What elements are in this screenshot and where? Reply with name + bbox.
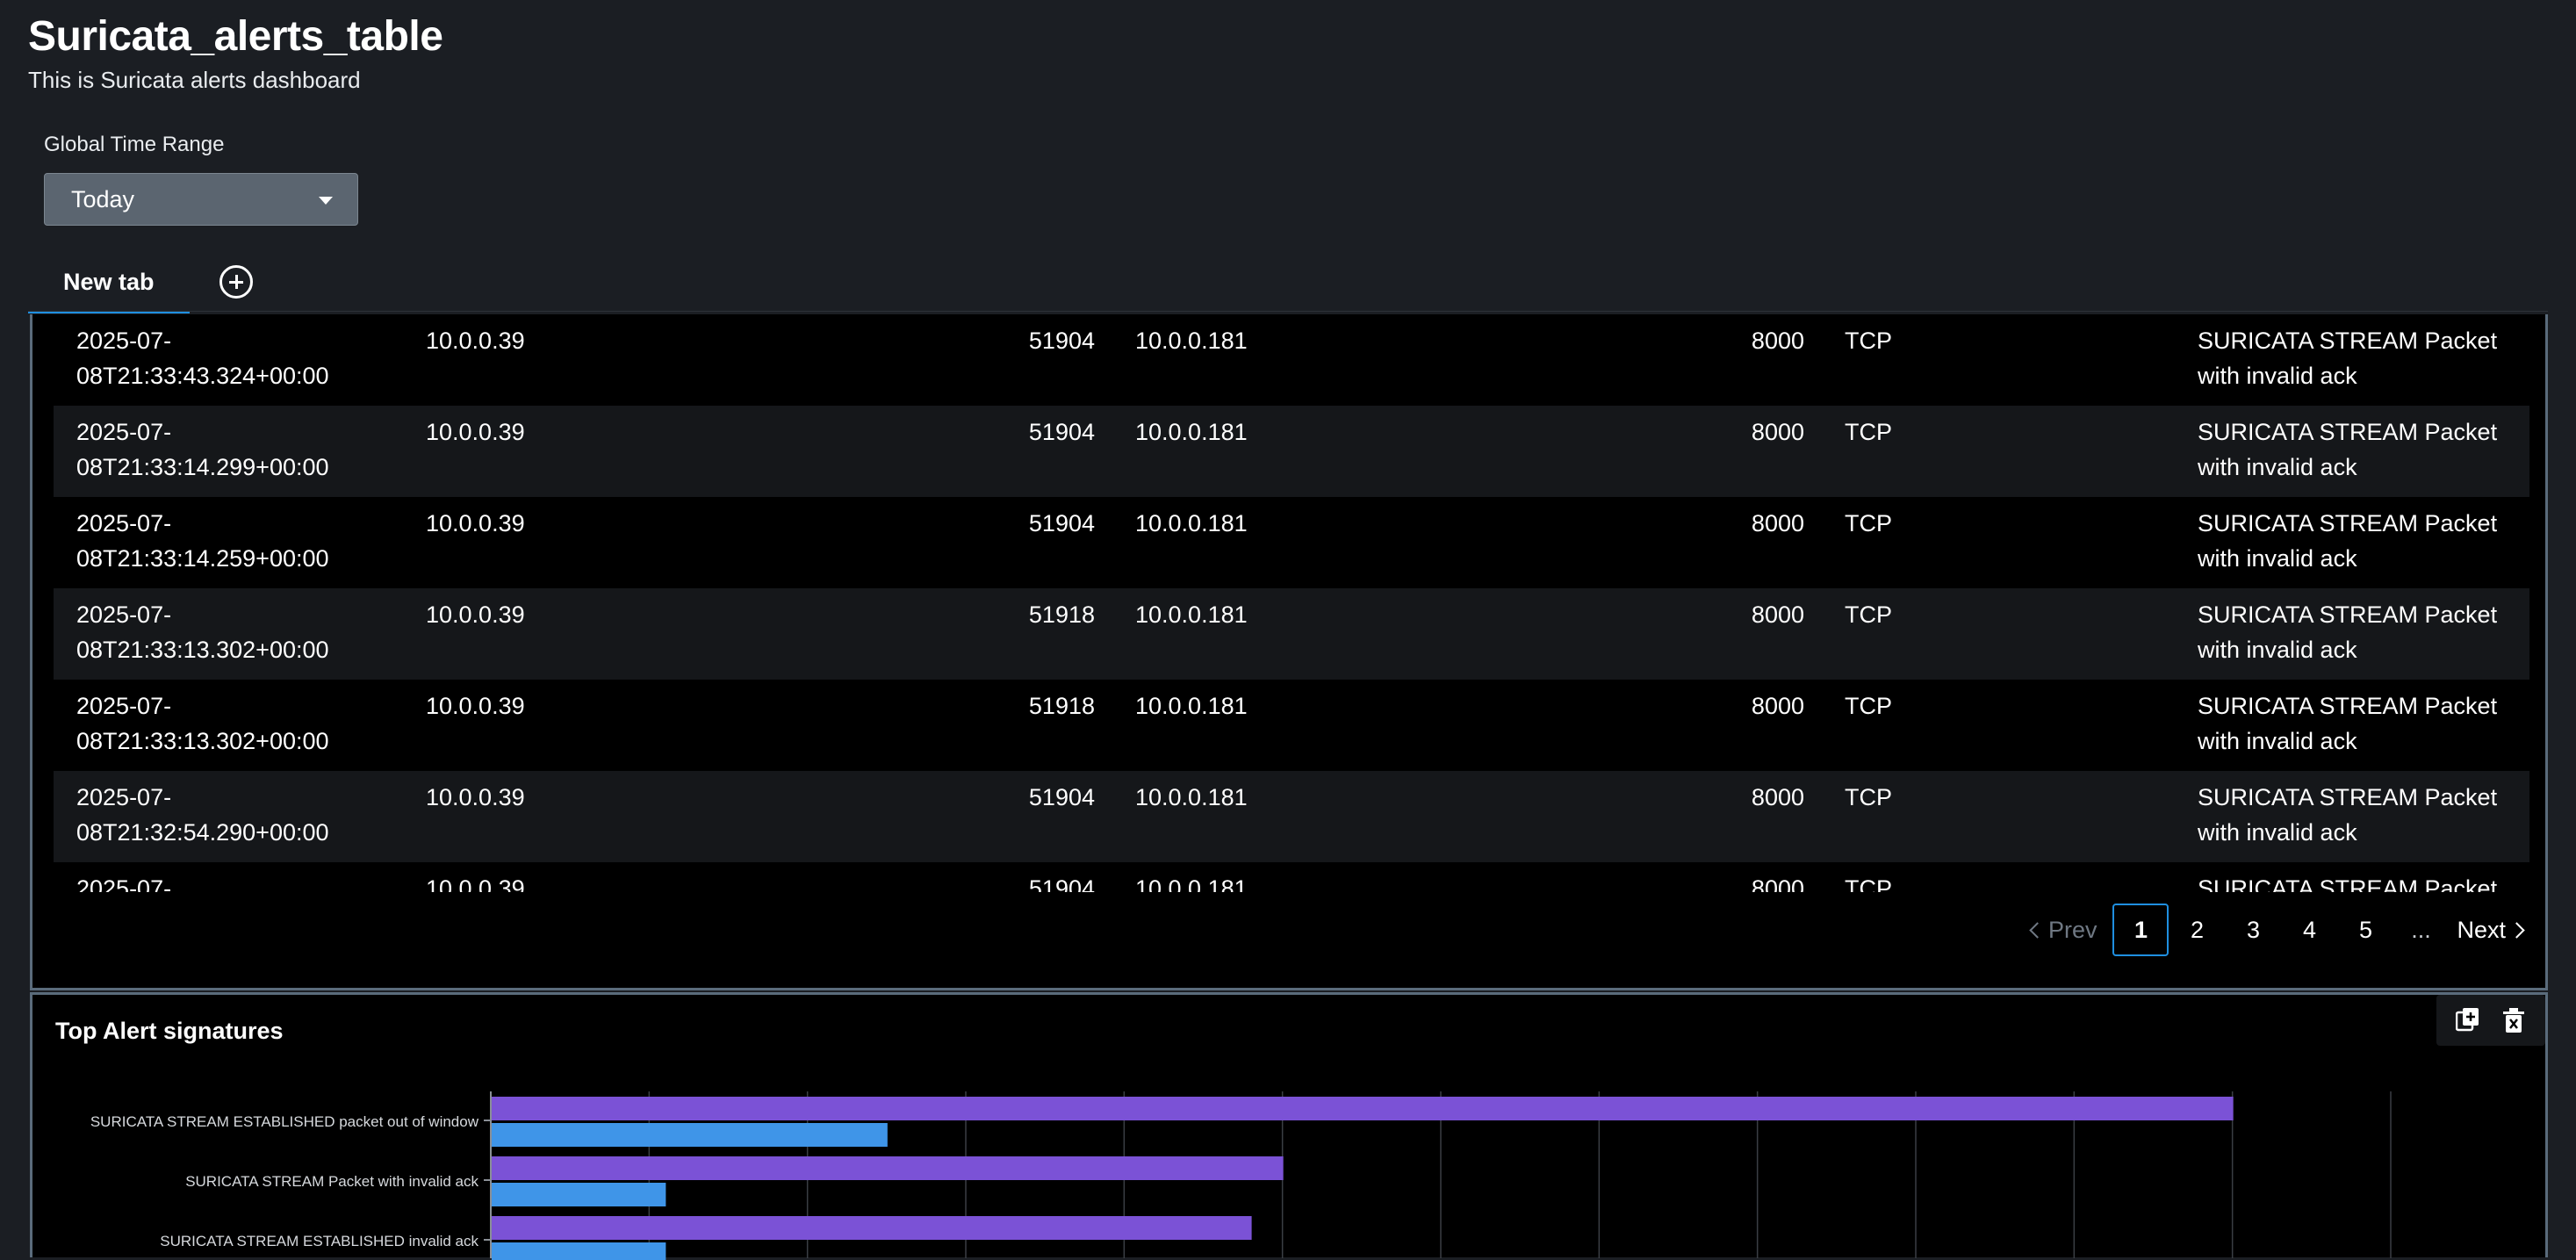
y-tick-label: SURICATA STREAM ESTABLISHED packet out o… <box>90 1113 479 1130</box>
cell-proto: TCP <box>1845 328 1892 354</box>
cell-src-ip: 10.0.0.39 <box>426 875 525 892</box>
bar-series2[interactable] <box>492 1242 666 1260</box>
next-page-button[interactable]: Next <box>2457 904 2525 956</box>
tab-divider <box>28 311 2548 312</box>
cell-proto: TCP <box>1845 693 1892 719</box>
cell-proto: TCP <box>1845 784 1892 810</box>
top-alert-signatures-panel: Top Alert signatures SURICATA STREAM EST… <box>30 992 2548 1260</box>
chevron-right-icon <box>2508 921 2525 939</box>
cell-signature: SURICATA STREAM Packet with invalid ack <box>2198 693 2498 754</box>
cell-src-ip: 10.0.0.39 <box>426 601 525 628</box>
cell-src-ip: 10.0.0.39 <box>426 419 525 445</box>
y-tick-label: SURICATA STREAM ESTABLISHED invalid ack <box>160 1233 479 1249</box>
cell-src-port: 51904 <box>1028 510 1095 536</box>
table-row[interactable]: 2025-07- 10.0.0.39 51904 10.0.0.181 8000 TCP S… <box>54 862 2529 892</box>
dashboard-title: Suricata_alerts_table <box>28 13 443 60</box>
table-row[interactable]: 2025-07- 08T21:33:14.259+00:00 10.0.0.39 51… <box>54 497 2529 588</box>
table-row[interactable]: 2025-07- 08T21:32:54.290+00:00 10.0.0.39 51… <box>54 771 2529 862</box>
cell-dest-ip: 10.0.0.181 <box>1135 601 1248 628</box>
cell-dest-ip: 10.0.0.181 <box>1135 693 1248 719</box>
y-tick-label: SURICATA STREAM Packet with invalid ack <box>185 1173 479 1190</box>
cell-src-ip: 10.0.0.39 <box>426 510 525 536</box>
cell-signature: SURICATA STREAM Packet with invalid ack <box>2198 328 2498 389</box>
cell-time: 2025-07- 08T21:33:13.302+00:00 <box>76 601 329 663</box>
caret-down-icon <box>319 197 333 205</box>
time-range-dropdown[interactable]: Today <box>44 173 358 226</box>
chevron-left-icon <box>2029 921 2046 939</box>
next-label: Next <box>2457 916 2506 943</box>
bar-series1[interactable] <box>492 1156 1284 1180</box>
bar-series2[interactable] <box>492 1123 888 1147</box>
page-4-button[interactable]: 4 <box>2281 904 2337 956</box>
dashboard-subtitle: This is Suricata alerts dashboard <box>28 67 361 93</box>
cell-signature: SURICATA STREAM Packet with invalid ack <box>2198 510 2498 572</box>
cell-dest-ip: 10.0.0.181 <box>1135 419 1248 445</box>
cell-signature: SURICATA STREAM Packet <box>2198 875 2498 892</box>
cell-dest-port: 8000 <box>1751 693 1804 719</box>
cell-dest-port: 8000 <box>1751 875 1804 892</box>
cell-proto: TCP <box>1845 510 1892 536</box>
tab-bar: New tab <box>28 256 2548 313</box>
cell-dest-port: 8000 <box>1751 419 1804 445</box>
table-row[interactable]: 2025-07- 08T21:33:43.324+00:00 10.0.0.39 51… <box>54 314 2529 406</box>
tab-label: New tab <box>63 269 155 295</box>
cell-time: 2025-07- <box>76 875 172 892</box>
page-ellipsis: ... <box>2411 916 2431 943</box>
cell-dest-port: 8000 <box>1751 328 1804 354</box>
cell-signature: SURICATA STREAM Packet with invalid ack <box>2198 419 2498 480</box>
table-row[interactable]: 2025-07- 08T21:33:13.302+00:00 10.0.0.39 51… <box>54 588 2529 680</box>
cell-dest-port: 8000 <box>1751 601 1804 628</box>
bar-series2[interactable] <box>492 1183 666 1206</box>
alerts-table: 2025-07- 08T21:33:43.324+00:00 10.0.0.39 51… <box>54 314 2529 892</box>
page-5-button[interactable]: 5 <box>2337 904 2393 956</box>
cell-src-port: 51918 <box>1028 693 1095 719</box>
prev-page-button[interactable]: Prev <box>2029 904 2097 956</box>
alerts-table-panel: 2025-07- 08T21:33:43.324+00:00 10.0.0.39 51… <box>30 314 2548 990</box>
chart-area: SURICATA STREAM ESTABLISHED packet out o… <box>32 1083 2544 1260</box>
cell-src-port: 51904 <box>1028 875 1095 892</box>
cell-proto: TCP <box>1845 601 1892 628</box>
table-row[interactable]: 2025-07- 08T21:33:13.302+00:00 10.0.0.39 51… <box>54 680 2529 771</box>
table-row[interactable]: 2025-07- 08T21:33:14.299+00:00 10.0.0.39 51… <box>54 406 2529 497</box>
page-3-button[interactable]: 3 <box>2225 904 2281 956</box>
cell-dest-ip: 10.0.0.181 <box>1135 510 1248 536</box>
page-2-button[interactable]: 2 <box>2169 904 2225 956</box>
cell-proto: TCP <box>1845 419 1892 445</box>
cell-dest-ip: 10.0.0.181 <box>1135 784 1248 810</box>
pagination: Prev 1 2 3 4 5 ... Next <box>2029 903 2525 957</box>
cell-dest-port: 8000 <box>1751 510 1804 536</box>
cell-time: 2025-07- 08T21:33:14.259+00:00 <box>76 510 329 572</box>
cell-signature: SURICATA STREAM Packet with invalid ack <box>2198 601 2498 663</box>
time-range-label: Global Time Range <box>44 133 225 156</box>
bar-series1[interactable] <box>492 1097 2234 1120</box>
cell-proto: TCP <box>1845 875 1892 892</box>
tab-new-tab[interactable]: New tab <box>28 256 190 313</box>
cell-src-ip: 10.0.0.39 <box>426 784 525 810</box>
cell-src-port: 51918 <box>1028 601 1095 628</box>
chart-title: Top Alert signatures <box>55 1018 284 1044</box>
bar-chart: SURICATA STREAM ESTABLISHED packet out o… <box>90 1091 2392 1260</box>
cell-dest-ip: 10.0.0.181 <box>1135 328 1248 354</box>
bar-series1[interactable] <box>492 1216 1252 1240</box>
cell-dest-ip: 10.0.0.181 <box>1135 875 1248 892</box>
cell-src-ip: 10.0.0.39 <box>426 693 525 719</box>
add-tab-icon[interactable] <box>219 265 253 299</box>
time-range-value: Today <box>71 185 135 212</box>
duplicate-icon[interactable] <box>2455 1007 2480 1033</box>
cell-time: 2025-07- 08T21:33:43.324+00:00 <box>76 328 329 389</box>
cell-src-ip: 10.0.0.39 <box>426 328 525 354</box>
trash-icon[interactable] <box>2501 1007 2526 1033</box>
cell-time: 2025-07- 08T21:32:54.290+00:00 <box>76 784 329 846</box>
cell-time: 2025-07- 08T21:33:13.302+00:00 <box>76 693 329 754</box>
page-1-button[interactable]: 1 <box>2112 904 2169 956</box>
cell-src-port: 51904 <box>1028 784 1095 810</box>
cell-signature: SURICATA STREAM Packet with invalid ack <box>2198 784 2498 846</box>
cell-src-port: 51904 <box>1028 328 1095 354</box>
panel-actions <box>2436 995 2545 1046</box>
prev-label: Prev <box>2047 916 2097 943</box>
cell-src-port: 51904 <box>1028 419 1095 445</box>
cell-time: 2025-07- 08T21:33:14.299+00:00 <box>76 419 329 480</box>
cell-dest-port: 8000 <box>1751 784 1804 810</box>
